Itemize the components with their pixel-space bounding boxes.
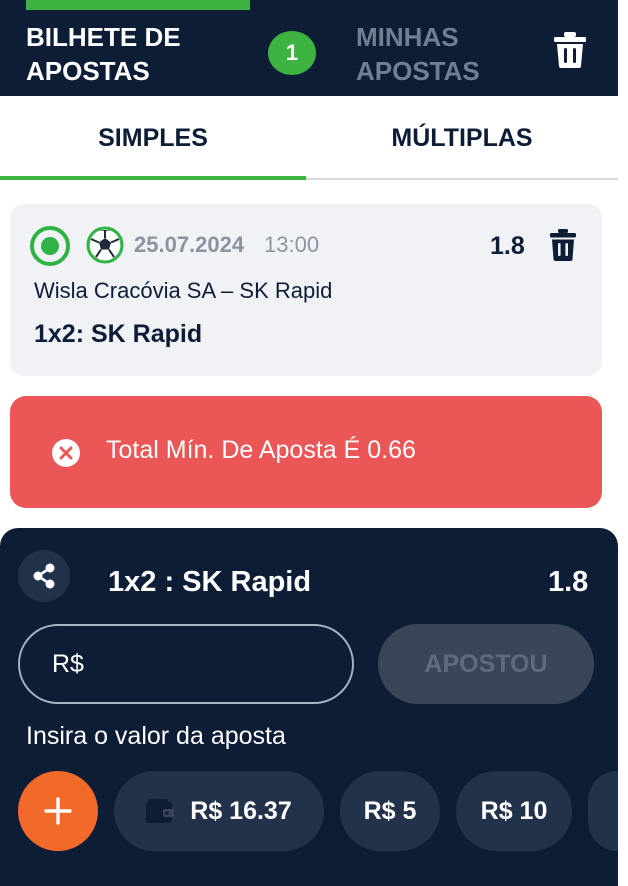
tab-betslip[interactable]: BILHETE DE APOSTAS xyxy=(26,20,226,88)
betslip-count-badge: 1 xyxy=(268,31,316,75)
place-bet-button[interactable]: APOSTOU xyxy=(378,624,594,704)
add-custom-stake-button[interactable] xyxy=(18,771,98,851)
tab-my-bets[interactable]: MINHAS APOSTAS xyxy=(356,20,516,88)
selection-odds: 1.8 xyxy=(490,232,525,260)
clear-slip-trash-icon[interactable] xyxy=(554,32,586,68)
tab-multiplas[interactable]: MÚLTIPLAS xyxy=(306,96,618,180)
page-edge xyxy=(618,0,628,886)
event-date: 25.07.2024 xyxy=(134,232,245,257)
share-icon xyxy=(33,563,55,589)
share-button[interactable] xyxy=(18,550,70,602)
tab-simples[interactable]: SIMPLES xyxy=(0,96,306,180)
event-time: 13:00 xyxy=(264,232,320,257)
bet-panel: 1x2 : SK Rapid 1.8 APOSTOU Insira o valo… xyxy=(0,528,618,886)
wallet-icon xyxy=(146,799,175,823)
quick-stake-balance[interactable]: R$ 16.37 xyxy=(114,771,324,851)
balance-amount: R$ 16.37 xyxy=(190,796,292,825)
market-pick: 1x2: SK Rapid xyxy=(34,320,203,348)
simples-tab-underline xyxy=(0,176,306,180)
quick-stake-10[interactable]: R$ 10 xyxy=(456,771,572,851)
soccer-ball-icon xyxy=(86,226,124,264)
plus-icon xyxy=(44,797,72,825)
panel-pick-odds: 1.8 xyxy=(548,566,589,598)
quick-stake-5[interactable]: R$ 5 xyxy=(340,771,440,851)
stake-input[interactable] xyxy=(18,624,354,704)
error-message: Total Mín. De Aposta É 0.66 xyxy=(106,436,416,464)
betslip-header: BILHETE DE APOSTAS 1 MINHAS APOSTAS xyxy=(0,0,618,96)
error-x-circle-icon xyxy=(52,439,80,467)
panel-pick-label: 1x2 : SK Rapid xyxy=(108,566,312,598)
stake-hint: Insira o valor da aposta xyxy=(26,722,286,750)
event-name: Wisla Cracóvia SA – SK Rapid xyxy=(34,278,333,303)
selection-card: 25.07.2024 13:00 1.8 Wisla Cracóvia SA –… xyxy=(10,204,602,376)
remove-selection-trash-icon[interactable] xyxy=(550,229,576,261)
active-tab-indicator xyxy=(26,0,250,10)
selection-radio[interactable] xyxy=(30,226,70,266)
bet-type-tabs: SIMPLES MÚLTIPLAS xyxy=(0,96,618,180)
quick-stake-more[interactable] xyxy=(588,771,618,851)
min-stake-error-banner: Total Mín. De Aposta É 0.66 xyxy=(10,396,602,508)
